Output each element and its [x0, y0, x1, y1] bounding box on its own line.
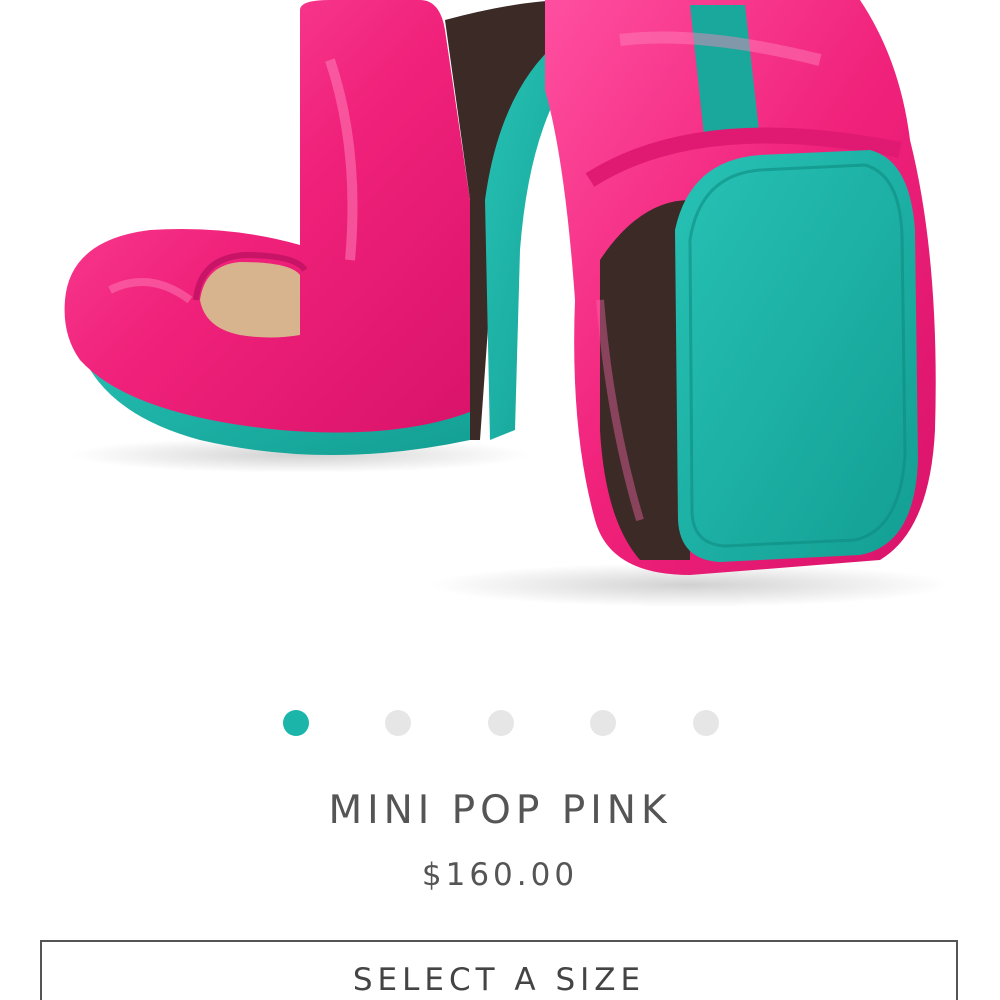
carousel-dot-4[interactable]: [590, 710, 616, 736]
carousel-dot-2[interactable]: [385, 710, 411, 736]
select-size-label: SELECT A SIZE: [352, 962, 646, 998]
carousel-dot-3[interactable]: [488, 710, 514, 736]
carousel-pagination: [0, 710, 1000, 736]
product-image[interactable]: [0, 0, 1000, 660]
carousel-dot-1[interactable]: [283, 710, 309, 736]
select-size-button[interactable]: SELECT A SIZE: [40, 940, 958, 1000]
product-page: MINI POP PINK $160.00 SELECT A SIZE: [0, 0, 1000, 1000]
carousel-dot-5[interactable]: [693, 710, 719, 736]
product-title: MINI POP PINK: [328, 788, 672, 833]
product-price: $160.00: [421, 857, 579, 893]
